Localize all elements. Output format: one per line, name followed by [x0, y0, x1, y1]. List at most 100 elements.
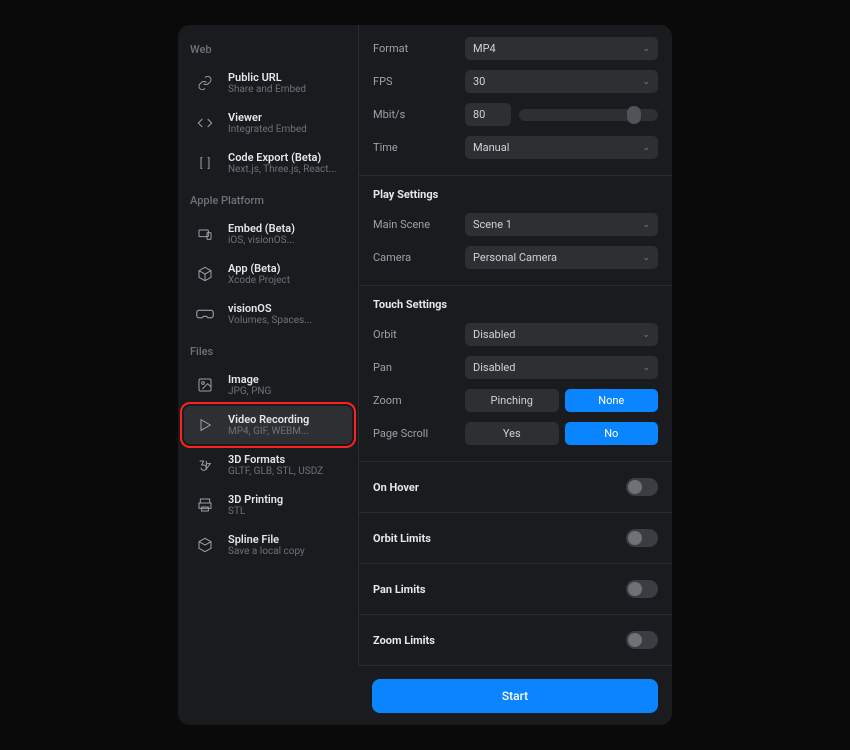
sidebar-item-viewer[interactable]: Viewer Integrated Embed	[184, 104, 352, 142]
on-hover-row: On Hover	[359, 462, 672, 513]
sidebar-item-3d-formats[interactable]: 3D Formats GLTF, GLB, STL, USDZ	[184, 446, 352, 484]
sidebar-item-app[interactable]: App (Beta) Xcode Project	[184, 255, 352, 293]
touch-settings-group: Touch Settings Orbit Disabled ⌄ Pan Disa…	[359, 286, 672, 462]
mbits-value[interactable]: 80	[465, 103, 511, 126]
item-sub: MP4, GIF, WEBM...	[228, 426, 309, 437]
item-title: Image	[228, 373, 271, 386]
time-select[interactable]: Manual ⌄	[465, 136, 658, 159]
pan-limits-toggle[interactable]	[626, 580, 658, 598]
time-value: Manual	[473, 141, 509, 154]
page-scroll-label: Page Scroll	[373, 427, 465, 440]
zoom-option-none[interactable]: None	[565, 389, 659, 412]
on-hover-label: On Hover	[373, 481, 419, 494]
zoom-limits-toggle[interactable]	[626, 631, 658, 649]
sidebar-item-code-export[interactable]: Code Export (Beta) Next.js, Three.js, Re…	[184, 144, 352, 182]
main-scene-value: Scene 1	[473, 218, 512, 231]
main-scene-label: Main Scene	[373, 218, 465, 231]
chevron-down-icon: ⌄	[642, 363, 650, 373]
orbit-limits-toggle[interactable]	[626, 529, 658, 547]
mbits-label: Mbit/s	[373, 108, 465, 121]
sidebar-item-embed[interactable]: Embed (Beta) iOS, visionOS...	[184, 215, 352, 253]
pan-limits-label: Pan Limits	[373, 583, 426, 596]
on-hover-toggle[interactable]	[626, 478, 658, 496]
format-label: Format	[373, 42, 465, 55]
section-header-apple: Apple Platform	[178, 184, 358, 213]
time-label: Time	[373, 141, 465, 154]
fps-value: 30	[473, 75, 485, 88]
pan-limits-row: Pan Limits	[359, 564, 672, 615]
pan-value: Disabled	[473, 361, 515, 374]
sidebar-item-video-recording[interactable]: Video Recording MP4, GIF, WEBM...	[184, 406, 352, 444]
item-title: Viewer	[228, 111, 307, 124]
3d-icon	[192, 452, 218, 478]
format-group: Format MP4 ⌄ FPS 30 ⌄ Mbit/s 80	[359, 25, 672, 176]
item-sub: Save a local copy	[228, 546, 305, 557]
chevron-down-icon: ⌄	[642, 330, 650, 340]
zoom-label: Zoom	[373, 394, 465, 407]
item-title: Code Export (Beta)	[228, 151, 336, 164]
camera-label: Camera	[373, 251, 465, 264]
pan-label: Pan	[373, 361, 465, 374]
item-title: Spline File	[228, 533, 305, 546]
toggle-knob	[628, 480, 642, 494]
sidebar-item-3d-printing[interactable]: 3D Printing STL	[184, 486, 352, 524]
orbit-limits-row: Orbit Limits	[359, 513, 672, 564]
link-icon	[192, 70, 218, 96]
sidebar-item-visionos[interactable]: visionOS Volumes, Spaces...	[184, 295, 352, 333]
package-icon	[192, 532, 218, 558]
sidebar-item-public-url[interactable]: Public URL Share and Embed	[184, 64, 352, 102]
orbit-limits-label: Orbit Limits	[373, 532, 431, 545]
item-sub: Xcode Project	[228, 275, 290, 286]
image-icon	[192, 372, 218, 398]
orbit-value: Disabled	[473, 328, 515, 341]
camera-select[interactable]: Personal Camera ⌄	[465, 246, 658, 269]
start-button[interactable]: Start	[372, 679, 658, 713]
chevron-down-icon: ⌄	[642, 143, 650, 153]
format-select[interactable]: MP4 ⌄	[465, 37, 658, 60]
item-sub: JPG, PNG	[228, 386, 271, 397]
play-settings-title: Play Settings	[373, 188, 658, 201]
item-sub: Integrated Embed	[228, 124, 307, 135]
mbits-slider[interactable]	[519, 109, 658, 121]
fps-select[interactable]: 30 ⌄	[465, 70, 658, 93]
sidebar-item-spline-file[interactable]: Spline File Save a local copy	[184, 526, 352, 564]
toggle-knob	[628, 531, 642, 545]
item-sub: Volumes, Spaces...	[228, 315, 312, 326]
main-settings: Format MP4 ⌄ FPS 30 ⌄ Mbit/s 80	[358, 25, 672, 725]
print-icon	[192, 492, 218, 518]
format-value: MP4	[473, 42, 496, 55]
toggle-knob	[628, 633, 642, 647]
orbit-select[interactable]: Disabled ⌄	[465, 323, 658, 346]
item-sub: iOS, visionOS...	[228, 235, 295, 246]
item-title: Public URL	[228, 71, 306, 84]
page-scroll-option-no[interactable]: No	[565, 422, 659, 445]
pan-select[interactable]: Disabled ⌄	[465, 356, 658, 379]
toggle-knob	[628, 582, 642, 596]
play-settings-group: Play Settings Main Scene Scene 1 ⌄ Camer…	[359, 176, 672, 286]
item-sub: STL	[228, 506, 283, 517]
item-sub: Share and Embed	[228, 84, 306, 95]
section-header-files: Files	[178, 335, 358, 364]
item-title: App (Beta)	[228, 262, 290, 275]
code-icon	[192, 110, 218, 136]
camera-value: Personal Camera	[473, 251, 557, 264]
sidebar-item-image[interactable]: Image JPG, PNG	[184, 366, 352, 404]
touch-settings-title: Touch Settings	[373, 298, 658, 311]
zoom-limits-label: Zoom Limits	[373, 634, 435, 647]
slider-thumb[interactable]	[627, 106, 641, 124]
chevron-down-icon: ⌄	[642, 220, 650, 230]
main-scene-select[interactable]: Scene 1 ⌄	[465, 213, 658, 236]
fps-label: FPS	[373, 75, 465, 88]
item-sub: Next.js, Three.js, React...	[228, 164, 336, 175]
zoom-option-pinching[interactable]: Pinching	[465, 389, 559, 412]
chevron-down-icon: ⌄	[642, 77, 650, 87]
brackets-icon	[192, 150, 218, 176]
item-sub: GLTF, GLB, STL, USDZ	[228, 466, 323, 477]
item-title: visionOS	[228, 302, 312, 315]
page-scroll-option-yes[interactable]: Yes	[465, 422, 559, 445]
section-header-web: Web	[178, 33, 358, 62]
chevron-down-icon: ⌄	[642, 44, 650, 54]
item-title: Embed (Beta)	[228, 222, 295, 235]
export-panel: Web Public URL Share and Embed Viewer In…	[178, 25, 672, 725]
zoom-limits-row: Zoom Limits	[359, 615, 672, 666]
